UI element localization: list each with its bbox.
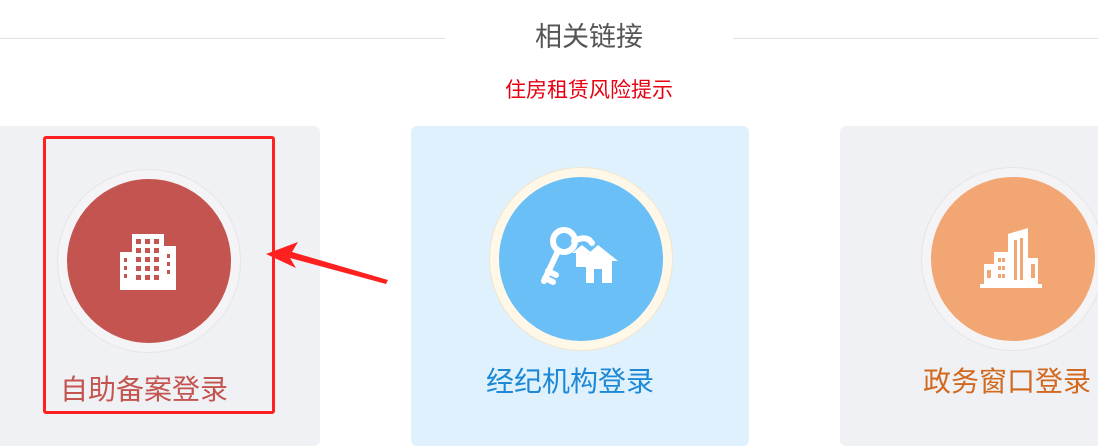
section-title: 相关链接 — [535, 22, 643, 53]
section-divider-left — [0, 38, 445, 39]
brokerage-agency-login-label[interactable]: 经纪机构登录 — [486, 362, 654, 402]
government-window-login-label[interactable]: 政务窗口登录 — [923, 362, 1091, 402]
section-divider-right — [733, 38, 1098, 39]
government-building-icon — [980, 228, 1042, 288]
government-window-login-icon-button[interactable] — [922, 168, 1098, 350]
brokerage-agency-login-icon-button[interactable] — [490, 168, 672, 350]
rental-risk-notice-link[interactable]: 住房租赁风险提示 — [400, 74, 778, 106]
keys-house-icon — [541, 227, 618, 285]
annotation-arrow-icon — [266, 242, 388, 284]
annotation-highlight-box — [43, 136, 275, 414]
